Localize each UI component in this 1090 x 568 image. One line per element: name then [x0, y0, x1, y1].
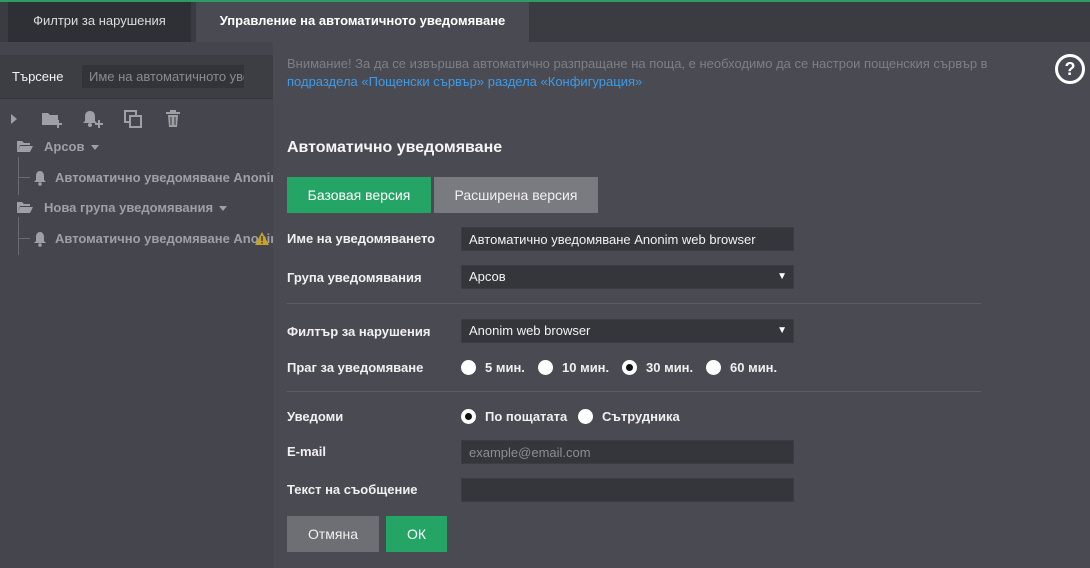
- extended-version-button[interactable]: Расширена версия: [434, 177, 598, 213]
- cancel-button[interactable]: Отмяна: [287, 516, 379, 552]
- warning-text: Внимание! За да се извършва автоматично …: [287, 56, 988, 71]
- divider: [287, 303, 981, 304]
- notification-name-label: Име на уведомяването: [287, 231, 436, 246]
- message-text-label: Текст на съобщение: [287, 482, 418, 497]
- config-link[interactable]: подраздела «Пощенски сървър» раздела «Ко…: [287, 74, 642, 89]
- tree-group-arsov[interactable]: Арсов: [0, 137, 273, 157]
- notify-radio-group: По пощатата Сътрудника: [461, 407, 721, 427]
- help-icon[interactable]: ?: [1055, 54, 1085, 84]
- notification-group-select[interactable]: Арсов ▼: [461, 265, 794, 289]
- notification-group-value: Арсов: [469, 269, 506, 284]
- dropdown-arrow-icon: ▼: [777, 325, 787, 336]
- add-folder-icon[interactable]: [40, 107, 64, 131]
- radio-circle-selected: [461, 409, 476, 424]
- email-field[interactable]: [461, 440, 794, 464]
- sidebar: Търсене Арсов: [0, 42, 273, 568]
- tree-group-label: Арсов: [44, 139, 85, 154]
- search-row: Търсене: [0, 55, 273, 99]
- tree-group-new[interactable]: Нова група уведомявания: [0, 198, 273, 218]
- violation-filter-label: Филтър за нарушения: [287, 324, 431, 339]
- add-notification-icon[interactable]: [80, 107, 104, 131]
- threshold-radio-group: 5 мин. 10 мин. 30 мин. 60 мин.: [461, 358, 821, 378]
- tab-auto-notification-management[interactable]: Управление на автоматичното уведомяване: [196, 2, 529, 42]
- violation-filter-value: Anonim web browser: [469, 323, 591, 338]
- email-label: E-mail: [287, 444, 327, 459]
- radio-label: 5 мин.: [485, 360, 525, 375]
- radio-circle: [538, 360, 553, 375]
- folder-open-icon: [16, 139, 34, 155]
- tree-connector: [18, 238, 30, 239]
- radio-label: Сътрудника: [602, 409, 680, 424]
- bell-icon: [32, 170, 50, 186]
- search-input[interactable]: [82, 65, 244, 88]
- tree-group-label: Нова група уведомявания: [44, 200, 214, 215]
- radio-label: 30 мин.: [646, 360, 694, 375]
- chevron-down-icon: [219, 206, 228, 212]
- search-label: Търсене: [12, 69, 64, 84]
- threshold-label: Праг за уведомяване: [287, 360, 424, 375]
- section-title: Автоматично уведомяване: [287, 139, 503, 156]
- tab-violation-filters[interactable]: Филтри за нарушения: [8, 2, 191, 42]
- tree-toolbar: [0, 107, 273, 131]
- radio-circle: [578, 409, 593, 424]
- delete-icon[interactable]: [161, 107, 185, 131]
- dropdown-arrow-icon: ▼: [777, 271, 787, 282]
- tree-item-notification[interactable]: Автоматично уведомяване Anonim web brows…: [0, 229, 273, 249]
- notify-label: Уведоми: [287, 409, 344, 424]
- radio-label: По пощатата: [485, 409, 568, 424]
- tree-connector: [18, 177, 30, 178]
- radio-label: 60 мин.: [730, 360, 778, 375]
- expand-icon[interactable]: [2, 107, 26, 131]
- radio-circle: [461, 360, 476, 375]
- violation-filter-select[interactable]: Anonim web browser ▼: [461, 319, 794, 343]
- radio-circle: [706, 360, 721, 375]
- radio-circle-selected: [622, 360, 637, 375]
- tree-item-notification[interactable]: Автоматично уведомяване Anonim web brows…: [0, 168, 273, 188]
- tree-item-label: Автоматично уведомяване Anonim web brows…: [55, 231, 273, 246]
- ok-button[interactable]: ОК: [386, 516, 447, 552]
- mail-server-warning: Внимание! За да се извършва автоматично …: [287, 55, 1027, 91]
- notification-name-input[interactable]: [461, 227, 794, 251]
- tab-bar: Филтри за нарушения Управление на автома…: [0, 2, 1090, 42]
- folder-open-icon: [16, 200, 34, 216]
- copy-icon[interactable]: [121, 107, 145, 131]
- bell-icon: [32, 231, 50, 247]
- notification-group-label: Група уведомявания: [287, 270, 422, 285]
- main-panel: Внимание! За да се извършва автоматично …: [273, 42, 1090, 568]
- chevron-down-icon: [90, 145, 99, 151]
- radio-label: 10 мин.: [562, 360, 610, 375]
- message-text-field[interactable]: [461, 478, 794, 502]
- tree-item-label: Автоматично уведомяване Anonim web brows…: [55, 170, 273, 185]
- basic-version-button[interactable]: Базовая версия: [287, 177, 431, 213]
- divider: [287, 391, 981, 392]
- warning-icon: [254, 231, 270, 249]
